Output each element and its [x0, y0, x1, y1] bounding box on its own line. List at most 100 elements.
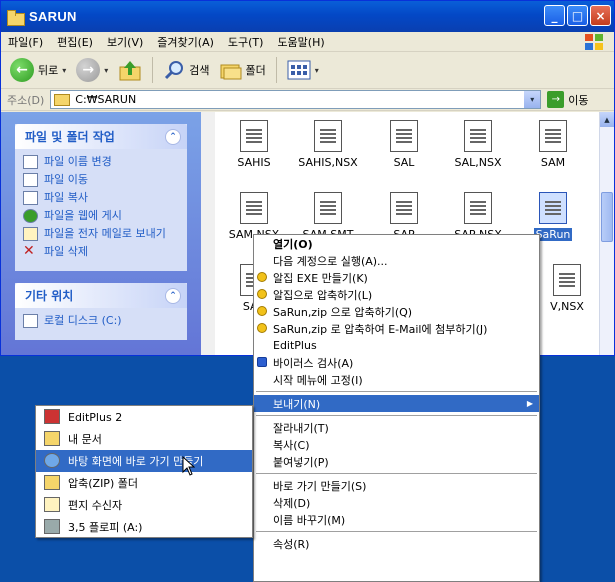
menu-item-zip-email[interactable]: SaRun,zip 로 압축하여 E-Mail에 첨부하기(J) [254, 320, 539, 337]
menu-help[interactable]: 도움말(H) [270, 34, 331, 50]
toolbar-separator [275, 57, 277, 83]
scroll-up-icon[interactable]: ▲ [600, 112, 614, 127]
menu-item-delete[interactable]: 삭제(D) [254, 494, 539, 511]
menu-item-alzip-compress[interactable]: 알집으로 압축하기(L) [254, 286, 539, 303]
menu-item-alzip-exe[interactable]: 알집 EXE 만들기(K) [254, 269, 539, 286]
views-icon [287, 60, 311, 80]
address-value: C:₩SARUN [75, 93, 137, 106]
address-dropdown-icon[interactable]: ▾ [524, 91, 541, 108]
menu-label: 알집 EXE 만들기(K) [273, 271, 368, 285]
task-pane-scrollbar[interactable] [201, 112, 215, 355]
menu-item-run-as[interactable]: 다음 계정으로 실행(A)... [254, 252, 539, 269]
menu-label: 바로 가기 만들기(S) [273, 479, 367, 493]
folder-icon [7, 9, 25, 26]
file-label: V,NSX [550, 300, 584, 313]
menu-item-cut[interactable]: 잘라내기(T) [254, 419, 539, 436]
other-places-header[interactable]: 기타 위치 ⌃ [15, 283, 187, 308]
forward-button[interactable]: → ▾ [73, 55, 111, 85]
file-icon [314, 192, 342, 224]
back-arrow-icon: ← [10, 58, 34, 82]
file-item[interactable]: SAM [518, 120, 588, 169]
file-item[interactable]: SAL [369, 120, 439, 169]
sendto-desktop-shortcut[interactable]: 바탕 화면에 바로 가기 만들기 [36, 450, 252, 476]
file-item[interactable]: SAL,NSX [443, 120, 513, 169]
search-button[interactable]: 검색 [160, 55, 212, 85]
close-button[interactable]: × [590, 5, 611, 26]
menu-label: 잘라내기(T) [273, 421, 329, 435]
menu-item-rename[interactable]: 이름 바꾸기(M) [254, 511, 539, 528]
menu-favorites[interactable]: 즐겨찾기(A) [150, 34, 221, 50]
forward-arrow-icon: → [76, 58, 101, 82]
address-input[interactable]: C:₩SARUN ▾ [50, 90, 542, 109]
alzip-icon [257, 323, 267, 333]
menu-label: EditPlus 2 [68, 410, 123, 424]
task-rename[interactable]: 파일 이름 변경 [23, 155, 181, 169]
address-bar: 주소(D) C:₩SARUN ▾ → 이동 [1, 89, 614, 111]
sendto-floppy[interactable]: 3,5 플로피 (A:) [36, 516, 252, 538]
menu-label: 보내기(N) [273, 397, 321, 411]
task-label: 파일 이동 [44, 173, 88, 186]
alzip-icon [257, 289, 267, 299]
file-item[interactable]: SAHIS [219, 120, 289, 169]
collapse-icon[interactable]: ⌃ [165, 128, 181, 145]
go-arrow-icon: → [547, 91, 565, 108]
back-dropdown-icon[interactable]: ▾ [62, 66, 66, 75]
file-icon [464, 120, 492, 152]
folders-button[interactable]: 폴더 [217, 55, 269, 85]
sendto-my-documents[interactable]: 내 문서 [36, 428, 252, 450]
file-icon [240, 120, 268, 152]
windows-logo-icon [585, 34, 603, 50]
sendto-mail-recipient[interactable]: 편지 수신자 [36, 494, 252, 516]
menu-item-properties[interactable]: 속성(R) [254, 535, 539, 552]
maximize-button[interactable]: □ [567, 5, 588, 26]
task-move[interactable]: 파일 이동 [23, 173, 181, 187]
file-tasks-header[interactable]: 파일 및 폴더 작업 ⌃ [15, 124, 187, 149]
file-label: SAL [393, 156, 415, 169]
menu-item-virus-scan[interactable]: 바이러스 검사(A) [254, 354, 539, 371]
other-places-title: 기타 위치 [25, 289, 74, 303]
go-button[interactable]: → 이동 [547, 91, 589, 108]
task-copy[interactable]: 파일 복사 [23, 191, 181, 205]
file-icon [240, 192, 268, 224]
menu-edit[interactable]: 편집(E) [50, 34, 100, 50]
menu-file[interactable]: 파일(F) [1, 34, 50, 50]
sendto-editplus[interactable]: EditPlus 2 [36, 406, 252, 428]
menu-label: 내 문서 [68, 433, 102, 446]
up-folder-button[interactable] [115, 55, 145, 85]
menu-label: SaRun,zip 으로 압축하기(Q) [273, 305, 413, 319]
minimize-button[interactable]: _ [544, 5, 565, 26]
menu-item-copy[interactable]: 복사(C) [254, 436, 539, 453]
task-label: 파일 복사 [44, 191, 88, 204]
collapse-icon[interactable]: ⌃ [165, 287, 181, 304]
menu-item-pin-start[interactable]: 시작 메뉴에 고정(I) [254, 371, 539, 388]
menu-item-paste[interactable]: 붙여넣기(P) [254, 453, 539, 470]
menu-label: 바이러스 검사(A) [273, 356, 354, 370]
views-dropdown-icon[interactable]: ▾ [315, 66, 319, 75]
file-item[interactable]: SAHIS,NSX [293, 120, 363, 169]
file-icon [314, 120, 342, 152]
views-button[interactable]: ▾ [284, 55, 322, 85]
vertical-scrollbar[interactable]: ▲ [599, 112, 614, 355]
forward-dropdown-icon[interactable]: ▾ [104, 66, 108, 75]
menu-tools[interactable]: 도구(T) [221, 34, 271, 50]
toolbar-separator [152, 57, 154, 83]
file-item[interactable]: V,NSX [532, 264, 599, 313]
menu-item-zip-compress[interactable]: SaRun,zip 으로 압축하기(Q) [254, 303, 539, 320]
move-icon [23, 173, 38, 187]
scroll-thumb[interactable] [601, 192, 613, 242]
editplus-icon [44, 409, 60, 424]
back-button[interactable]: ← 뒤로 ▾ [7, 55, 69, 85]
menu-item-create-shortcut[interactable]: 바로 가기 만들기(S) [254, 477, 539, 494]
task-email[interactable]: 파일을 전자 메일로 보내기 [23, 227, 181, 241]
place-local-disk[interactable]: 로컬 디스크 (C:) [23, 314, 181, 328]
window-title: SARUN [29, 9, 77, 24]
title-bar[interactable]: SARUN _ □ × [1, 1, 614, 32]
menu-item-open[interactable]: 열기(O) [254, 235, 539, 252]
menu-separator [256, 415, 537, 416]
menu-item-editplus[interactable]: EditPlus [254, 337, 539, 354]
task-publish-web[interactable]: 파일을 웹에 게시 [23, 209, 181, 223]
menu-item-send-to[interactable]: 보내기(N) ▶ [254, 395, 539, 412]
task-delete[interactable]: ✕ 파일 삭제 [23, 244, 181, 259]
menu-view[interactable]: 보기(V) [100, 34, 150, 50]
sendto-zip-folder[interactable]: 압축(ZIP) 폴더 [36, 472, 252, 494]
